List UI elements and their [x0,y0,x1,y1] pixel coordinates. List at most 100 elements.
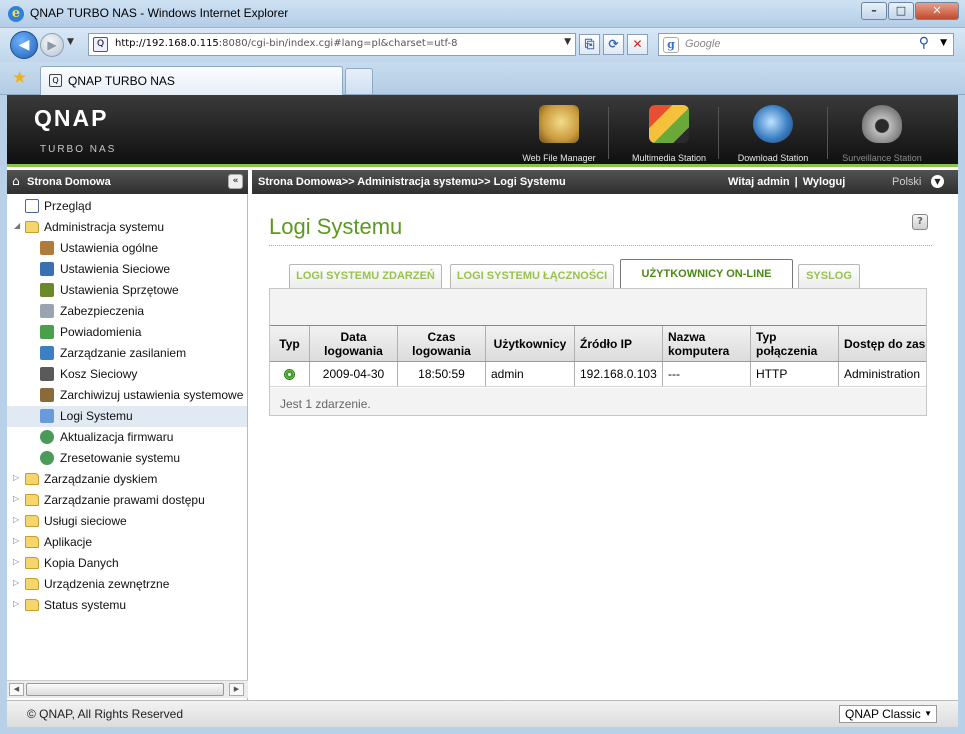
table-cell: admin [486,362,575,386]
table-cell [270,362,310,386]
language-label[interactable]: Polski [892,176,921,188]
window-frame-right [958,95,965,734]
language-dropdown-icon[interactable]: ▼ [931,175,944,188]
column-header[interactable]: Typ połączenia [751,326,839,361]
home-icon[interactable]: ⌂ [12,174,20,188]
tab-uzytkownicy-online[interactable]: UŻYTKOWNICY ON-LINE [620,259,793,288]
user-info: Witaj admin | Wyloguj [728,176,846,188]
tab-syslog[interactable]: SYSLOG [798,264,860,288]
sidebar-item-zarzadzanie-zasilaniem[interactable]: Zarządzanie zasilaniem [7,343,247,364]
navigation-bar: ◀ ▶ ▼ Q http://192.168.0.115:8080/cgi-bi… [0,28,965,62]
collapse-arrow-icon[interactable]: ◢ [14,221,23,230]
sidebar-item-kopia-danych[interactable]: ▷ Kopia Danych [7,553,247,574]
table-cell: 2009-04-30 [310,362,398,386]
sidebar-item-zarchiwizuj[interactable]: Zarchiwizuj ustawienia systemowe [7,385,247,406]
overview-icon [25,199,39,213]
online-users-table: Typ Data logowania Czas logowania Użytko… [270,325,926,388]
sidebar-item-aktualizacja[interactable]: Aktualizacja firmwaru [7,427,247,448]
sidebar-item-zarzadzanie-dyskiem[interactable]: ▷ Zarządzanie dyskiem [7,469,247,490]
column-header[interactable]: Nazwa komputera [663,326,751,361]
sidebar-item-zabezpieczenia[interactable]: Zabezpieczenia [7,301,247,322]
expand-arrow-icon[interactable]: ▷ [13,515,22,524]
online-status-icon [284,369,295,381]
sidebar-item-logi-systemu[interactable]: Logi Systemu [7,406,247,427]
sidebar-item-przeglad[interactable]: Przegląd [7,196,247,217]
page-icon: Q [93,37,108,52]
help-button[interactable]: ? [912,214,928,230]
search-dropdown-icon[interactable]: ▼ [940,38,947,48]
column-header[interactable]: Data logowania [310,326,398,361]
refresh-button[interactable]: ⟳ [603,34,624,55]
address-bar[interactable]: Q http://192.168.0.115:8080/cgi-bin/inde… [88,33,576,56]
sidebar-item-administracja[interactable]: ◢ Administracja systemu [7,217,247,238]
web-file-manager-button[interactable]: Web File Manager [505,103,613,163]
multimedia-station-button[interactable]: Multimedia Station [615,103,723,163]
search-box[interactable]: g Google ⚲ ▼ [658,33,954,56]
tab-logi-zdarzen[interactable]: LOGI SYSTEMU ZDARZEŃ [289,264,442,288]
page-title: Logi Systemu [269,214,403,239]
scroll-left-icon[interactable]: ◀ [9,683,24,696]
surveillance-station-button[interactable]: Surveillance Station [828,103,936,163]
tab-qnap[interactable]: Q QNAP TURBO NAS [40,66,343,95]
expand-arrow-icon[interactable]: ▷ [13,599,22,608]
column-header[interactable]: Typ [270,326,310,361]
maximize-button[interactable]: □ [888,2,914,20]
address-url[interactable]: http://192.168.0.115:8080/cgi-bin/index.… [115,38,457,49]
expand-arrow-icon[interactable]: ▷ [13,473,22,482]
stop-button[interactable]: ✕ [627,34,648,55]
table-row[interactable]: 2009-04-30 18:50:59 admin 192.168.0.103 … [270,362,926,387]
tab-logi-lacznosci[interactable]: LOGI SYSTEMU ŁĄCZNOŚCI [450,264,614,288]
sidebar-item-powiadomienia[interactable]: Powiadomienia [7,322,247,343]
column-header[interactable]: Źródło IP [575,326,663,361]
sidebar-item-status-systemu[interactable]: ▷ Status systemu [7,595,247,616]
sidebar-item-ustawienia-sieciowe[interactable]: Ustawienia Sieciowe [7,259,247,280]
sidebar-item-urzadzenia[interactable]: ▷ Urządzenia zewnętrzne [7,574,247,595]
sidebar-item-uslugi-sieciowe[interactable]: ▷ Usługi sieciowe [7,511,247,532]
sidebar-item-ustawienia-ogolne[interactable]: Ustawienia ogólne [7,238,247,259]
forward-button[interactable]: ▶ [40,33,64,57]
close-window-button[interactable]: ✕ [915,2,959,20]
sidebar-item-aplikacje[interactable]: ▷ Aplikacje [7,532,247,553]
collapse-sidebar-button[interactable]: « [228,174,243,189]
backup-settings-icon [40,388,54,402]
window-frame-left [0,95,7,734]
minimize-button[interactable]: – [861,2,887,20]
column-header[interactable]: Czas logowania [398,326,486,361]
scrollbar-thumb[interactable] [26,683,224,696]
column-header[interactable]: Dostęp do zasobów [839,326,926,361]
scroll-right-icon[interactable]: ▶ [229,683,244,696]
column-header[interactable]: Użytkownicy [486,326,575,361]
sidebar-title[interactable]: Strona Domowa [27,176,111,188]
sidebar-item-zresetowanie[interactable]: Zresetowanie systemu [7,448,247,469]
sidebar-item-zarzadzanie-prawami[interactable]: ▷ Zarządzanie prawami dostępu [7,490,247,511]
history-dropdown-icon[interactable]: ▼ [67,37,74,47]
expand-arrow-icon[interactable]: ▷ [13,536,22,545]
new-tab-button[interactable] [345,68,373,94]
back-button[interactable]: ◀ [10,31,38,59]
welcome-text: Witaj admin [728,176,790,188]
expand-arrow-icon[interactable]: ▷ [13,494,22,503]
hardware-settings-icon [40,283,54,297]
table-cell: HTTP [751,362,839,386]
folder-icon [25,515,39,527]
main-content: Logi Systemu ? LOGI SYSTEMU ZDARZEŃ LOGI… [252,194,958,700]
address-dropdown-icon[interactable]: ▼ [564,37,571,47]
compatibility-view-button[interactable]: ⎘ [579,34,600,55]
folder-icon [25,578,39,590]
network-recycle-bin-icon [40,367,54,381]
theme-select[interactable]: QNAP Classic ▼ [839,705,937,723]
expand-arrow-icon[interactable]: ▷ [13,557,22,566]
search-icon[interactable]: ⚲ [919,35,929,51]
sidebar-item-kosz-sieciowy[interactable]: Kosz Sieciowy [7,364,247,385]
table-cell: Administration [839,362,926,386]
sidebar-item-ustawienia-sprzetowe[interactable]: Ustawienia Sprzętowe [7,280,247,301]
sidebar-horizontal-scrollbar[interactable]: ◀ ▶ [7,680,248,698]
breadcrumb[interactable]: Strona Domowa>> Administracja systemu>> … [258,176,566,188]
folder-open-icon [25,221,39,233]
favorites-star-icon[interactable]: ★ [12,68,27,88]
folder-icon [25,536,39,548]
logout-link[interactable]: Wyloguj [803,176,846,188]
expand-arrow-icon[interactable]: ▷ [13,578,22,587]
copyright-text: © QNAP, All Rights Reserved [27,707,184,721]
download-station-button[interactable]: Download Station [719,103,827,163]
